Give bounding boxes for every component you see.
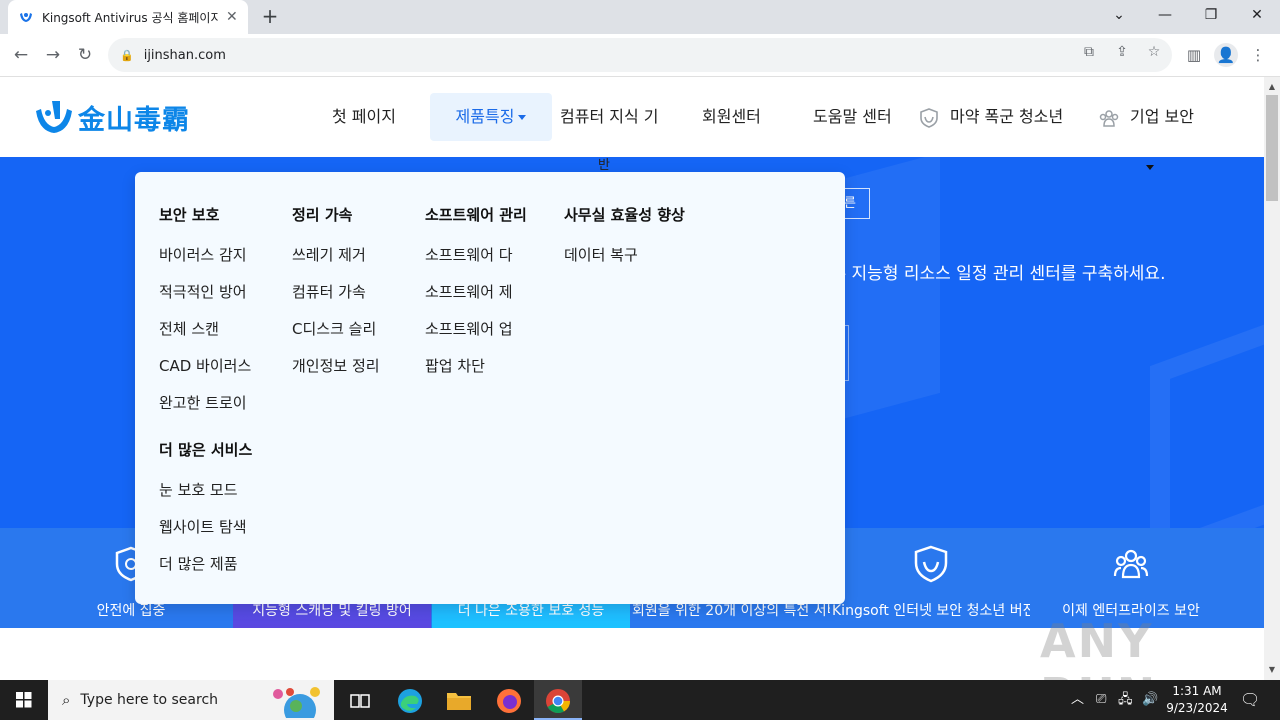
- browser-toolbar: ← → ↻ 🔒 ijinshan.com ⧉ ⇪ ☆ ▥ 👤 ⋮: [0, 34, 1280, 77]
- menu-group-title: 사무실 효율성 향상: [564, 206, 685, 224]
- menu-item[interactable]: C디스크 슬리: [292, 318, 376, 339]
- tab-search-icon[interactable]: ⌄: [1096, 0, 1142, 30]
- nav-enterprise[interactable]: 기업 보안: [1098, 93, 1194, 141]
- translate-icon[interactable]: ⧉: [1080, 43, 1098, 61]
- nav-enterprise-label: 기업 보안: [1130, 107, 1194, 126]
- features-dropdown-menu: 보안 보호 바이러스 감지 적극적인 방어 전체 스캔 CAD 바이러스 완고한…: [135, 172, 845, 604]
- menu-item[interactable]: 팝업 차단: [425, 355, 485, 376]
- menu-item[interactable]: 적극적인 방어: [159, 281, 247, 302]
- nav-features-label: 제품특징: [455, 107, 515, 126]
- volume-icon[interactable]: 🔊: [1142, 680, 1158, 720]
- tray-chevron-up-icon[interactable]: ︿: [1071, 680, 1084, 720]
- url-text: ijinshan.com: [143, 47, 226, 63]
- site-logo[interactable]: 金山毒霸: [34, 97, 190, 137]
- caret-down-icon[interactable]: [1146, 165, 1154, 170]
- scrollbar-thumb[interactable]: [1266, 95, 1278, 201]
- menu-item[interactable]: 컴퓨터 가속: [292, 281, 366, 302]
- share-icon[interactable]: ⇪: [1113, 43, 1131, 61]
- anyrun-watermark: ANY RUN: [1040, 614, 1155, 680]
- menu-group-title: 정리 가속: [292, 206, 353, 224]
- browser-tab[interactable]: Kingsoft Antivirus 공식 홈페이지 ✕: [8, 0, 248, 34]
- side-panel-icon[interactable]: ▥: [1182, 43, 1206, 67]
- nav-home[interactable]: 첫 페이지: [332, 93, 396, 141]
- task-view-icon[interactable]: [336, 680, 384, 720]
- scroll-up-icon[interactable]: ▲: [1264, 79, 1280, 95]
- feature-item[interactable]: 이제 엔터프라이즈 보안: [1032, 528, 1230, 628]
- chrome-icon[interactable]: [534, 680, 582, 720]
- lock-icon[interactable]: 🔒: [120, 49, 134, 62]
- nav-youth-label: 마약 폭군 청소년: [950, 107, 1064, 126]
- address-bar[interactable]: 🔒 ijinshan.com: [108, 38, 1172, 72]
- nav-help-center[interactable]: 도움말 센터: [813, 93, 892, 141]
- windows-start-icon[interactable]: [0, 680, 48, 720]
- clock-time: 1:31 AM: [1172, 684, 1222, 698]
- windows-taskbar: ⌕ Type here to search ︿ ⎚ 🖧 🔊 1:31 AM 9/…: [0, 680, 1280, 720]
- page-scrollbar[interactable]: ▲ ▼: [1264, 77, 1280, 680]
- menu-item[interactable]: 더 많은 제품: [159, 553, 238, 574]
- web-page: 른 - 지능형 리소스 일정 관리 센터를 구축하세요. 안전에 집중 지능형 …: [0, 77, 1264, 680]
- site-header: 金山毒霸 첫 페이지 제품특징 컴퓨터 지식 기 회원센터 도움말 센터 마약 …: [0, 77, 1264, 157]
- menu-item[interactable]: CAD 바이러스: [159, 355, 251, 376]
- menu-item[interactable]: 소프트웨어 다: [425, 244, 513, 265]
- menu-item[interactable]: 소프트웨어 제: [425, 281, 513, 302]
- shield-icon: [920, 107, 938, 128]
- close-tab-icon[interactable]: ✕: [226, 9, 238, 25]
- nav-wrap-text: 반: [598, 158, 610, 173]
- menu-item[interactable]: 쓰레기 제거: [292, 244, 366, 265]
- menu-item[interactable]: 데이터 복구: [564, 244, 638, 265]
- search-highlight-icon: [273, 687, 320, 718]
- network-icon[interactable]: 🖧: [1118, 680, 1133, 720]
- firefox-icon[interactable]: [485, 680, 533, 720]
- feature-item[interactable]: Kingsoft 인터넷 보안 청소년 버전: [832, 528, 1030, 628]
- kingsoft-favicon-icon: [18, 9, 34, 25]
- menu-group-title: 보안 보호: [159, 206, 220, 224]
- close-window-icon[interactable]: ✕: [1234, 0, 1280, 30]
- hero-decoration: [1150, 307, 1264, 528]
- menu-item[interactable]: 완고한 트로이: [159, 392, 247, 413]
- bookmark-star-icon[interactable]: ☆: [1145, 43, 1163, 61]
- menu-item[interactable]: 바이러스 감지: [159, 244, 247, 265]
- menu-item[interactable]: 웹사이트 탐색: [159, 516, 247, 537]
- menu-item[interactable]: 소프트웨어 업: [425, 318, 513, 339]
- nav-member-center[interactable]: 회원센터: [702, 93, 761, 141]
- nav-knowledge[interactable]: 컴퓨터 지식 기: [560, 93, 659, 141]
- meet-now-icon[interactable]: ⎚: [1096, 680, 1106, 720]
- users-icon: [1099, 109, 1119, 127]
- search-placeholder: Type here to search: [80, 692, 219, 708]
- back-icon[interactable]: ←: [8, 42, 34, 68]
- new-tab-button[interactable]: +: [258, 4, 282, 28]
- caret-down-icon: [518, 115, 527, 120]
- tab-strip: Kingsoft Antivirus 공식 홈페이지 ✕ + ⌄ — ❐ ✕: [0, 0, 1280, 34]
- menu-group-title: 더 많은 서비스: [159, 441, 253, 459]
- file-explorer-icon[interactable]: [435, 680, 483, 720]
- nav-youth[interactable]: 마약 폭군 청소년: [918, 93, 1063, 141]
- taskbar-clock[interactable]: 1:31 AM 9/23/2024: [1160, 683, 1234, 717]
- clock-date: 9/23/2024: [1166, 701, 1228, 715]
- logo-text: 金山毒霸: [78, 104, 190, 136]
- kingsoft-logo-icon: [36, 101, 72, 133]
- menu-item[interactable]: 전체 스캔: [159, 318, 219, 339]
- scroll-down-icon[interactable]: ▼: [1264, 662, 1280, 678]
- notification-icon[interactable]: 🗨: [1240, 680, 1260, 720]
- profile-avatar-icon[interactable]: 👤: [1214, 43, 1238, 67]
- menu-kebab-icon[interactable]: ⋮: [1246, 43, 1270, 67]
- restore-icon[interactable]: ❐: [1188, 0, 1234, 30]
- menu-item[interactable]: 눈 보호 모드: [159, 479, 238, 500]
- reload-icon[interactable]: ↻: [72, 42, 98, 68]
- hero-subtitle: - 지능형 리소스 일정 관리 센터를 구축하세요.: [840, 264, 1166, 284]
- feature-label: Kingsoft 인터넷 보안 청소년 버전: [832, 603, 1030, 619]
- taskbar-search-box[interactable]: ⌕ Type here to search: [48, 680, 334, 720]
- menu-item[interactable]: 개인정보 정리: [292, 355, 380, 376]
- shield-icon: [914, 545, 948, 583]
- forward-icon[interactable]: →: [40, 42, 66, 68]
- search-icon: ⌕: [62, 691, 71, 709]
- tab-title: Kingsoft Antivirus 공식 홈페이지: [42, 10, 218, 25]
- nav-features[interactable]: 제품특징: [430, 93, 552, 141]
- menu-group-title: 소프트웨어 관리: [425, 206, 527, 224]
- minimize-icon[interactable]: —: [1142, 0, 1188, 30]
- edge-browser-icon[interactable]: [386, 680, 434, 720]
- users-icon: [1113, 549, 1149, 579]
